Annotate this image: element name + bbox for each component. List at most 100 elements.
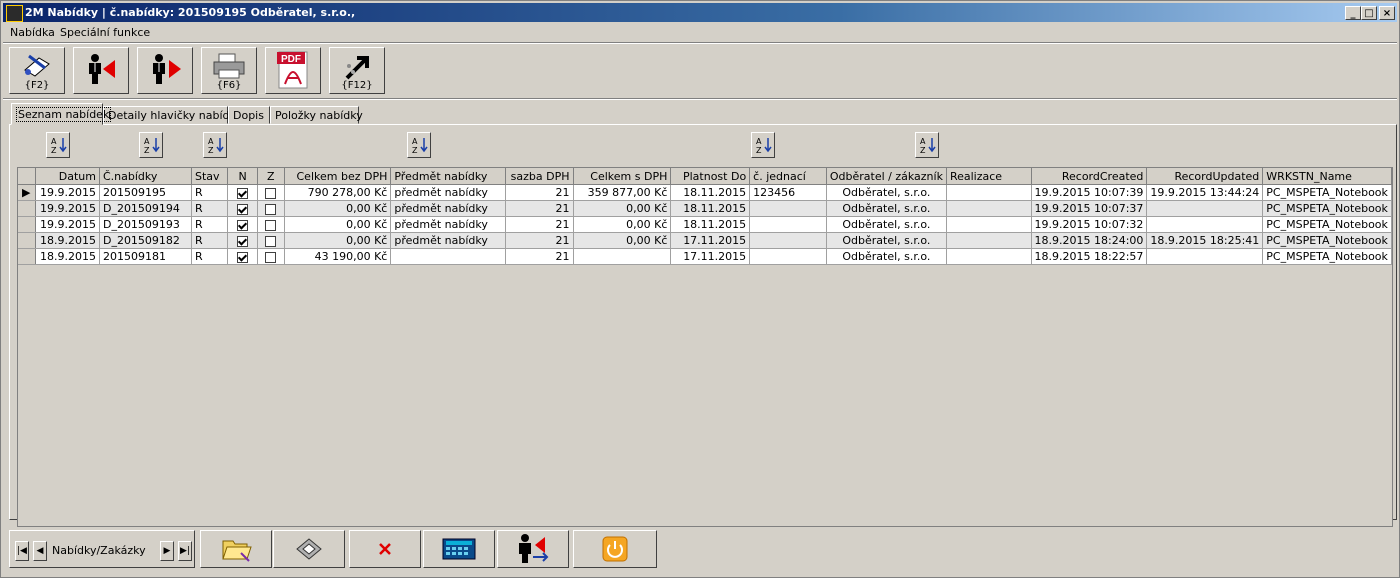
menu-nabidka[interactable]: Nabídka: [10, 26, 55, 39]
cell-jednaci[interactable]: [749, 200, 827, 217]
cell-platnost[interactable]: 17.11.2015: [670, 232, 751, 249]
cell-bez[interactable]: 0,00 Kč: [284, 232, 392, 249]
checkbox[interactable]: [237, 187, 249, 199]
row-indicator[interactable]: [18, 248, 36, 265]
cell-sazba[interactable]: 21: [505, 200, 574, 217]
cell-cislo[interactable]: D_201509193: [99, 216, 192, 233]
checkbox[interactable]: [237, 235, 249, 247]
maximize-button[interactable]: □: [1361, 6, 1377, 20]
cell-sazba[interactable]: 21: [505, 184, 574, 201]
cell-realizace[interactable]: [946, 200, 1032, 217]
table-row[interactable]: 19.9.2015 D_201509194 R 0,00 Kč předmět nabí…: [18, 200, 1392, 217]
cell-updated[interactable]: [1146, 248, 1264, 265]
cell-cislo[interactable]: D_201509182: [99, 232, 192, 249]
cell-z-checkbox[interactable]: [257, 184, 285, 201]
delete-button[interactable]: [349, 530, 421, 568]
cell-sazba[interactable]: 21: [505, 232, 574, 249]
next-button[interactable]: [137, 47, 193, 94]
cell-jednaci[interactable]: [749, 248, 827, 265]
cell-created[interactable]: 18.9.2015 18:24:00: [1031, 232, 1148, 249]
cell-updated[interactable]: 19.9.2015 13:44:24: [1146, 184, 1264, 201]
cell-jednaci[interactable]: 123456: [749, 184, 827, 201]
cell-odberatel[interactable]: Odběratel, s.r.o.: [826, 248, 947, 265]
cell-n-checkbox[interactable]: [227, 216, 258, 233]
checkbox[interactable]: [265, 235, 277, 247]
checkbox[interactable]: [237, 251, 249, 263]
cell-created[interactable]: 19.9.2015 10:07:37: [1031, 200, 1148, 217]
cell-n-checkbox[interactable]: [227, 232, 258, 249]
checkbox[interactable]: [265, 187, 277, 199]
cell-s[interactable]: 0,00 Kč: [573, 216, 672, 233]
cell-wrkstn[interactable]: PC_MSPETA_Notebook: [1262, 248, 1392, 265]
tab-seznam-nabidek[interactable]: Seznam nabídek: [11, 103, 112, 125]
cell-predmet[interactable]: předmět nabídky: [390, 232, 507, 249]
col-c-jednaci[interactable]: č. jednací: [749, 168, 827, 185]
edit-button[interactable]: {F2}: [9, 47, 65, 94]
sort-cislo-button[interactable]: AZ: [139, 132, 163, 158]
table-row[interactable]: 18.9.2015 201509181 R 43 190,00 Kč 21 17.11.2…: [18, 248, 1392, 265]
cell-updated[interactable]: 18.9.2015 18:25:41: [1146, 232, 1264, 249]
first-record-button[interactable]: |◀: [15, 541, 29, 561]
cell-n-checkbox[interactable]: [227, 200, 258, 217]
minimize-button[interactable]: _: [1345, 6, 1361, 20]
cell-datum[interactable]: 19.9.2015: [35, 200, 100, 217]
cell-jednaci[interactable]: [749, 216, 827, 233]
cell-odberatel[interactable]: Odběratel, s.r.o.: [826, 200, 947, 217]
cell-realizace[interactable]: [946, 216, 1032, 233]
cell-created[interactable]: 19.9.2015 10:07:39: [1031, 184, 1148, 201]
cell-n-checkbox[interactable]: [227, 184, 258, 201]
col-celkem-bez-dph[interactable]: Celkem bez DPH: [284, 168, 392, 185]
col-platnost-do[interactable]: Platnost Do: [670, 168, 751, 185]
col-wrkstn-name[interactable]: WRKSTN_Name: [1262, 168, 1392, 185]
cell-predmet[interactable]: předmět nabídky: [390, 184, 507, 201]
cell-cislo[interactable]: 201509195: [99, 184, 192, 201]
cell-jednaci[interactable]: [749, 232, 827, 249]
cell-z-checkbox[interactable]: [257, 200, 285, 217]
offers-grid[interactable]: Datum Č.nabídky Stav N Z Celkem bez DPH …: [17, 167, 1393, 527]
cell-platnost[interactable]: 18.11.2015: [670, 216, 751, 233]
cell-stav[interactable]: R: [191, 248, 229, 265]
previous-button[interactable]: [73, 47, 129, 94]
open-button[interactable]: [200, 530, 272, 568]
sort-predmet-button[interactable]: AZ: [407, 132, 431, 158]
cell-predmet[interactable]: předmět nabídky: [390, 216, 507, 233]
table-row[interactable]: 19.9.2015 D_201509193 R 0,00 Kč předmět nabí…: [18, 216, 1392, 233]
cell-platnost[interactable]: 18.11.2015: [670, 200, 751, 217]
cell-odberatel[interactable]: Odběratel, s.r.o.: [826, 232, 947, 249]
col-predmet-nabidky[interactable]: Předmět nabídky: [390, 168, 507, 185]
prev-record-button[interactable]: ◀: [33, 541, 47, 561]
cell-cislo[interactable]: D_201509194: [99, 200, 192, 217]
cell-odberatel[interactable]: Odběratel, s.r.o.: [826, 184, 947, 201]
sort-odberatel-button[interactable]: AZ: [915, 132, 939, 158]
cell-s[interactable]: 0,00 Kč: [573, 200, 672, 217]
row-indicator[interactable]: [18, 216, 36, 233]
col-realizace[interactable]: Realizace: [946, 168, 1032, 185]
checkbox[interactable]: [265, 219, 277, 231]
cell-sazba[interactable]: 21: [505, 216, 574, 233]
export-button[interactable]: {F12}: [329, 47, 385, 94]
cell-platnost[interactable]: 18.11.2015: [670, 184, 751, 201]
table-row[interactable]: 18.9.2015 D_201509182 R 0,00 Kč předmět nabí…: [18, 232, 1392, 249]
col-cislo-nabidky[interactable]: Č.nabídky: [99, 168, 192, 185]
table-row[interactable]: ▶ 19.9.2015 201509195 R 790 278,00 Kč předmět…: [18, 184, 1392, 201]
checkbox[interactable]: [265, 251, 277, 263]
cell-wrkstn[interactable]: PC_MSPETA_Notebook: [1262, 232, 1392, 249]
sort-stav-button[interactable]: AZ: [203, 132, 227, 158]
cell-z-checkbox[interactable]: [257, 232, 285, 249]
checkbox[interactable]: [237, 219, 249, 231]
col-datum[interactable]: Datum: [35, 168, 100, 185]
cell-cislo[interactable]: 201509181: [99, 248, 192, 265]
cell-stav[interactable]: R: [191, 184, 229, 201]
col-record-created[interactable]: RecordCreated: [1031, 168, 1148, 185]
menu-specialni-funkce[interactable]: Speciální funkce: [60, 26, 150, 39]
col-sazba-dph[interactable]: sazba DPH: [505, 168, 574, 185]
cell-updated[interactable]: [1146, 216, 1264, 233]
cell-datum[interactable]: 19.9.2015: [35, 216, 100, 233]
cell-created[interactable]: 19.9.2015 10:07:32: [1031, 216, 1148, 233]
cell-bez[interactable]: 0,00 Kč: [284, 216, 392, 233]
cell-datum[interactable]: 18.9.2015: [35, 232, 100, 249]
last-record-button[interactable]: ▶|: [178, 541, 192, 561]
cell-stav[interactable]: R: [191, 216, 229, 233]
cell-s[interactable]: [573, 248, 672, 265]
cell-realizace[interactable]: [946, 184, 1032, 201]
